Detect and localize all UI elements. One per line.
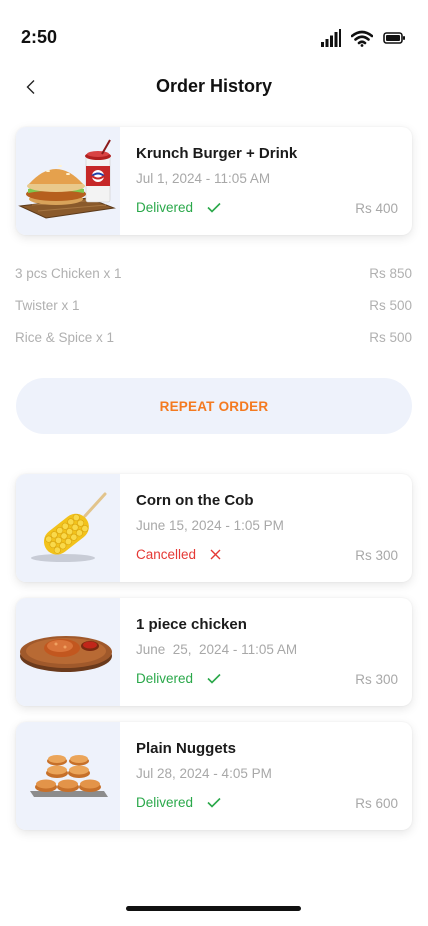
wifi-icon: [351, 30, 373, 47]
order-item-row: 3 pcs Chicken x 1 Rs 850: [15, 266, 412, 298]
order-thumbnail: [16, 598, 120, 706]
status-icons: [321, 29, 406, 47]
order-thumbnail: [16, 474, 120, 582]
nuggets-image: [30, 755, 108, 797]
order-status: Delivered: [136, 795, 221, 810]
order-price: Rs 400: [355, 201, 398, 216]
order-name: Plain Nuggets: [136, 740, 237, 757]
order-name: 1 piece chicken: [136, 616, 247, 633]
page-title: Order History: [155, 76, 273, 96]
order-price: Rs 300: [355, 672, 398, 687]
cross-icon: [210, 549, 221, 560]
order-card[interactable]: 1 piece chicken June 25, 2024 - 11:05 AM…: [16, 598, 412, 706]
status-bar: 2:50: [0, 0, 428, 76]
order-date: Jul 1, 2024 - 11:05 AM: [136, 171, 271, 186]
order-status-label: Cancelled: [136, 547, 197, 562]
order-card[interactable]: Corn on the Cob June 15, 2024 - 1:05 PM …: [16, 474, 412, 582]
order-item-price: Rs 850: [369, 266, 412, 281]
cellular-signal-icon: [321, 29, 341, 47]
order-price: Rs 300: [355, 548, 398, 563]
home-indicator[interactable]: [126, 906, 301, 911]
order-status-label: Delivered: [136, 795, 194, 810]
order-card[interactable]: Krunch Burger + Drink Jul 1, 2024 - 11:0…: [16, 127, 412, 235]
corn-cob-image: [31, 492, 107, 562]
order-card[interactable]: Plain Nuggets Jul 28, 2024 - 4:05 PM Del…: [16, 722, 412, 830]
order-thumbnail: [16, 127, 120, 235]
check-icon: [207, 797, 221, 808]
order-status-label: Delivered: [136, 200, 194, 215]
check-icon: [207, 202, 221, 213]
order-item-row: Twister x 1 Rs 500: [15, 298, 412, 330]
burger-with-drink-image: [18, 139, 116, 219]
header: Order History: [0, 70, 428, 104]
order-status: Delivered: [136, 200, 221, 215]
order-item-label: Twister x 1: [15, 298, 80, 313]
order-date: June 25, 2024 - 11:05 AM: [136, 642, 298, 657]
order-name: Corn on the Cob: [136, 492, 254, 509]
order-item-label: 3 pcs Chicken x 1: [15, 266, 122, 281]
status-time: 2:50: [21, 27, 58, 47]
order-item-price: Rs 500: [369, 330, 412, 345]
order-status-label: Delivered: [136, 671, 194, 686]
order-status: Delivered: [136, 671, 221, 686]
battery-icon: [383, 32, 405, 44]
order-items-list: 3 pcs Chicken x 1 Rs 850 Twister x 1 Rs …: [15, 266, 412, 362]
order-name: Krunch Burger + Drink: [136, 145, 298, 162]
repeat-order-button[interactable]: REPEAT ORDER: [16, 378, 412, 434]
check-icon: [207, 673, 221, 684]
order-thumbnail: [16, 722, 120, 830]
order-status: Cancelled: [136, 547, 221, 562]
order-date: Jul 28, 2024 - 4:05 PM: [136, 766, 272, 781]
order-item-price: Rs 500: [369, 298, 412, 313]
chicken-platter-image: [20, 636, 112, 672]
order-item-label: Rice & Spice x 1: [15, 330, 115, 345]
order-price: Rs 600: [355, 796, 398, 811]
order-date: June 15, 2024 - 1:05 PM: [136, 518, 284, 533]
order-item-row: Rice & Spice x 1 Rs 500: [15, 330, 412, 362]
